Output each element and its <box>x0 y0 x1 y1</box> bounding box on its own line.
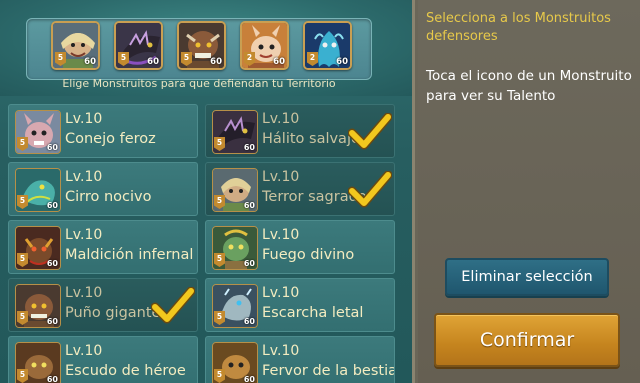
monster-portrait: 5 60 <box>212 284 258 328</box>
info-panel: Selecciona a los Monstruitos defensores … <box>412 0 640 383</box>
level-badge: 60 <box>273 57 285 67</box>
monster-name: Escudo de héroe <box>65 363 186 379</box>
monster-level: Lv.10 <box>262 169 300 185</box>
monster-portrait: 5 60 <box>15 226 61 270</box>
checkmark-icon <box>348 113 392 150</box>
level-badge: 60 <box>46 317 58 326</box>
monster-level: Lv.10 <box>65 111 103 127</box>
monster-selection-area: 5 60 5 60 5 60 2 60 2 60 Elige Monstruit… <box>0 0 412 383</box>
level-badge: 60 <box>84 57 96 67</box>
monster-card-7[interactable]: 5 60 Lv.10 Puño gigante <box>8 278 198 332</box>
monster-level: Lv.10 <box>65 343 103 359</box>
monster-portrait: 5 60 <box>15 284 61 328</box>
level-badge: 60 <box>46 259 58 268</box>
level-badge: 60 <box>243 317 255 326</box>
level-badge: 60 <box>243 201 255 210</box>
defense-screen: 5 60 5 60 5 60 2 60 2 60 Elige Monstruit… <box>0 0 640 383</box>
monster-level: Lv.10 <box>65 169 103 185</box>
monster-card-6[interactable]: 5 60 Lv.10 Fuego divino <box>205 220 395 274</box>
info-panel-body: Selecciona a los Monstruitos defensores … <box>418 0 640 383</box>
level-badge: 60 <box>210 57 222 67</box>
monster-card-4[interactable]: 5 60 Lv.10 Terror sagrado <box>205 162 395 216</box>
monster-name: Cirro nocivo <box>65 189 152 205</box>
monster-portrait: 5 60 <box>15 342 61 383</box>
team-slot-1[interactable]: 5 60 <box>51 21 100 70</box>
monster-name: Fervor de la bestia <box>262 363 394 379</box>
monster-card-10[interactable]: 5 60 Lv.10 Fervor de la bestia <box>205 336 395 383</box>
monster-card-9[interactable]: 5 60 Lv.10 Escudo de héroe <box>8 336 198 383</box>
monster-portrait: 5 60 <box>212 110 258 154</box>
monster-name: Conejo feroz <box>65 131 156 147</box>
monster-level: Lv.10 <box>262 111 300 127</box>
monster-name: Maldición infernal <box>65 247 194 263</box>
team-instruction: Elige Monstruitos para que defiendan tu … <box>62 77 336 90</box>
level-badge: 60 <box>243 375 255 383</box>
panel-hint: Toca el icono de un Monstruito para ver … <box>426 68 632 104</box>
monster-name: Escarcha letal <box>262 305 364 321</box>
level-badge: 60 <box>46 201 58 210</box>
level-badge: 60 <box>46 375 58 383</box>
monster-portrait: 5 60 <box>212 168 258 212</box>
monster-portrait: 5 60 <box>15 110 61 154</box>
panel-title: Selecciona a los Monstruitos defensores <box>426 11 611 44</box>
team-slot-3[interactable]: 5 60 <box>177 21 226 70</box>
monster-level: Lv.10 <box>262 227 300 243</box>
level-badge: 60 <box>336 57 348 67</box>
checkmark-icon <box>151 287 195 324</box>
team-slot-4[interactable]: 2 60 <box>240 21 289 70</box>
monster-level: Lv.10 <box>262 343 300 359</box>
monster-card-5[interactable]: 5 60 Lv.10 Maldición infernal <box>8 220 198 274</box>
level-badge: 60 <box>243 259 255 268</box>
clear-selection-button[interactable]: Eliminar selección <box>445 258 609 296</box>
monster-level: Lv.10 <box>65 285 103 301</box>
monster-card-1[interactable]: 5 60 Lv.10 Conejo feroz <box>8 104 198 158</box>
monster-portrait: 5 60 <box>212 226 258 270</box>
monster-portrait: 5 60 <box>212 342 258 383</box>
monster-card-8[interactable]: 5 60 Lv.10 Escarcha letal <box>205 278 395 332</box>
monster-portrait: 5 60 <box>15 168 61 212</box>
monster-card-2[interactable]: 5 60 Lv.10 Hálito salvaje <box>205 104 395 158</box>
monster-grid: 5 60 Lv.10 Conejo feroz 5 60 Lv.10 Hálit… <box>0 98 412 383</box>
monster-name: Fuego divino <box>262 247 355 263</box>
team-slot-2[interactable]: 5 60 <box>114 21 163 70</box>
monster-level: Lv.10 <box>262 285 300 301</box>
monster-level: Lv.10 <box>65 227 103 243</box>
level-badge: 60 <box>147 57 159 67</box>
checkmark-icon <box>348 171 392 208</box>
level-badge: 60 <box>46 143 58 152</box>
team-slot-5[interactable]: 2 60 <box>303 21 352 70</box>
level-badge: 60 <box>243 143 255 152</box>
confirm-button[interactable]: Confirmar <box>434 313 620 367</box>
team-bar: 5 60 5 60 5 60 2 60 2 60 Elige Monstruit… <box>0 0 412 96</box>
monster-card-3[interactable]: 5 60 Lv.10 Cirro nocivo <box>8 162 198 216</box>
